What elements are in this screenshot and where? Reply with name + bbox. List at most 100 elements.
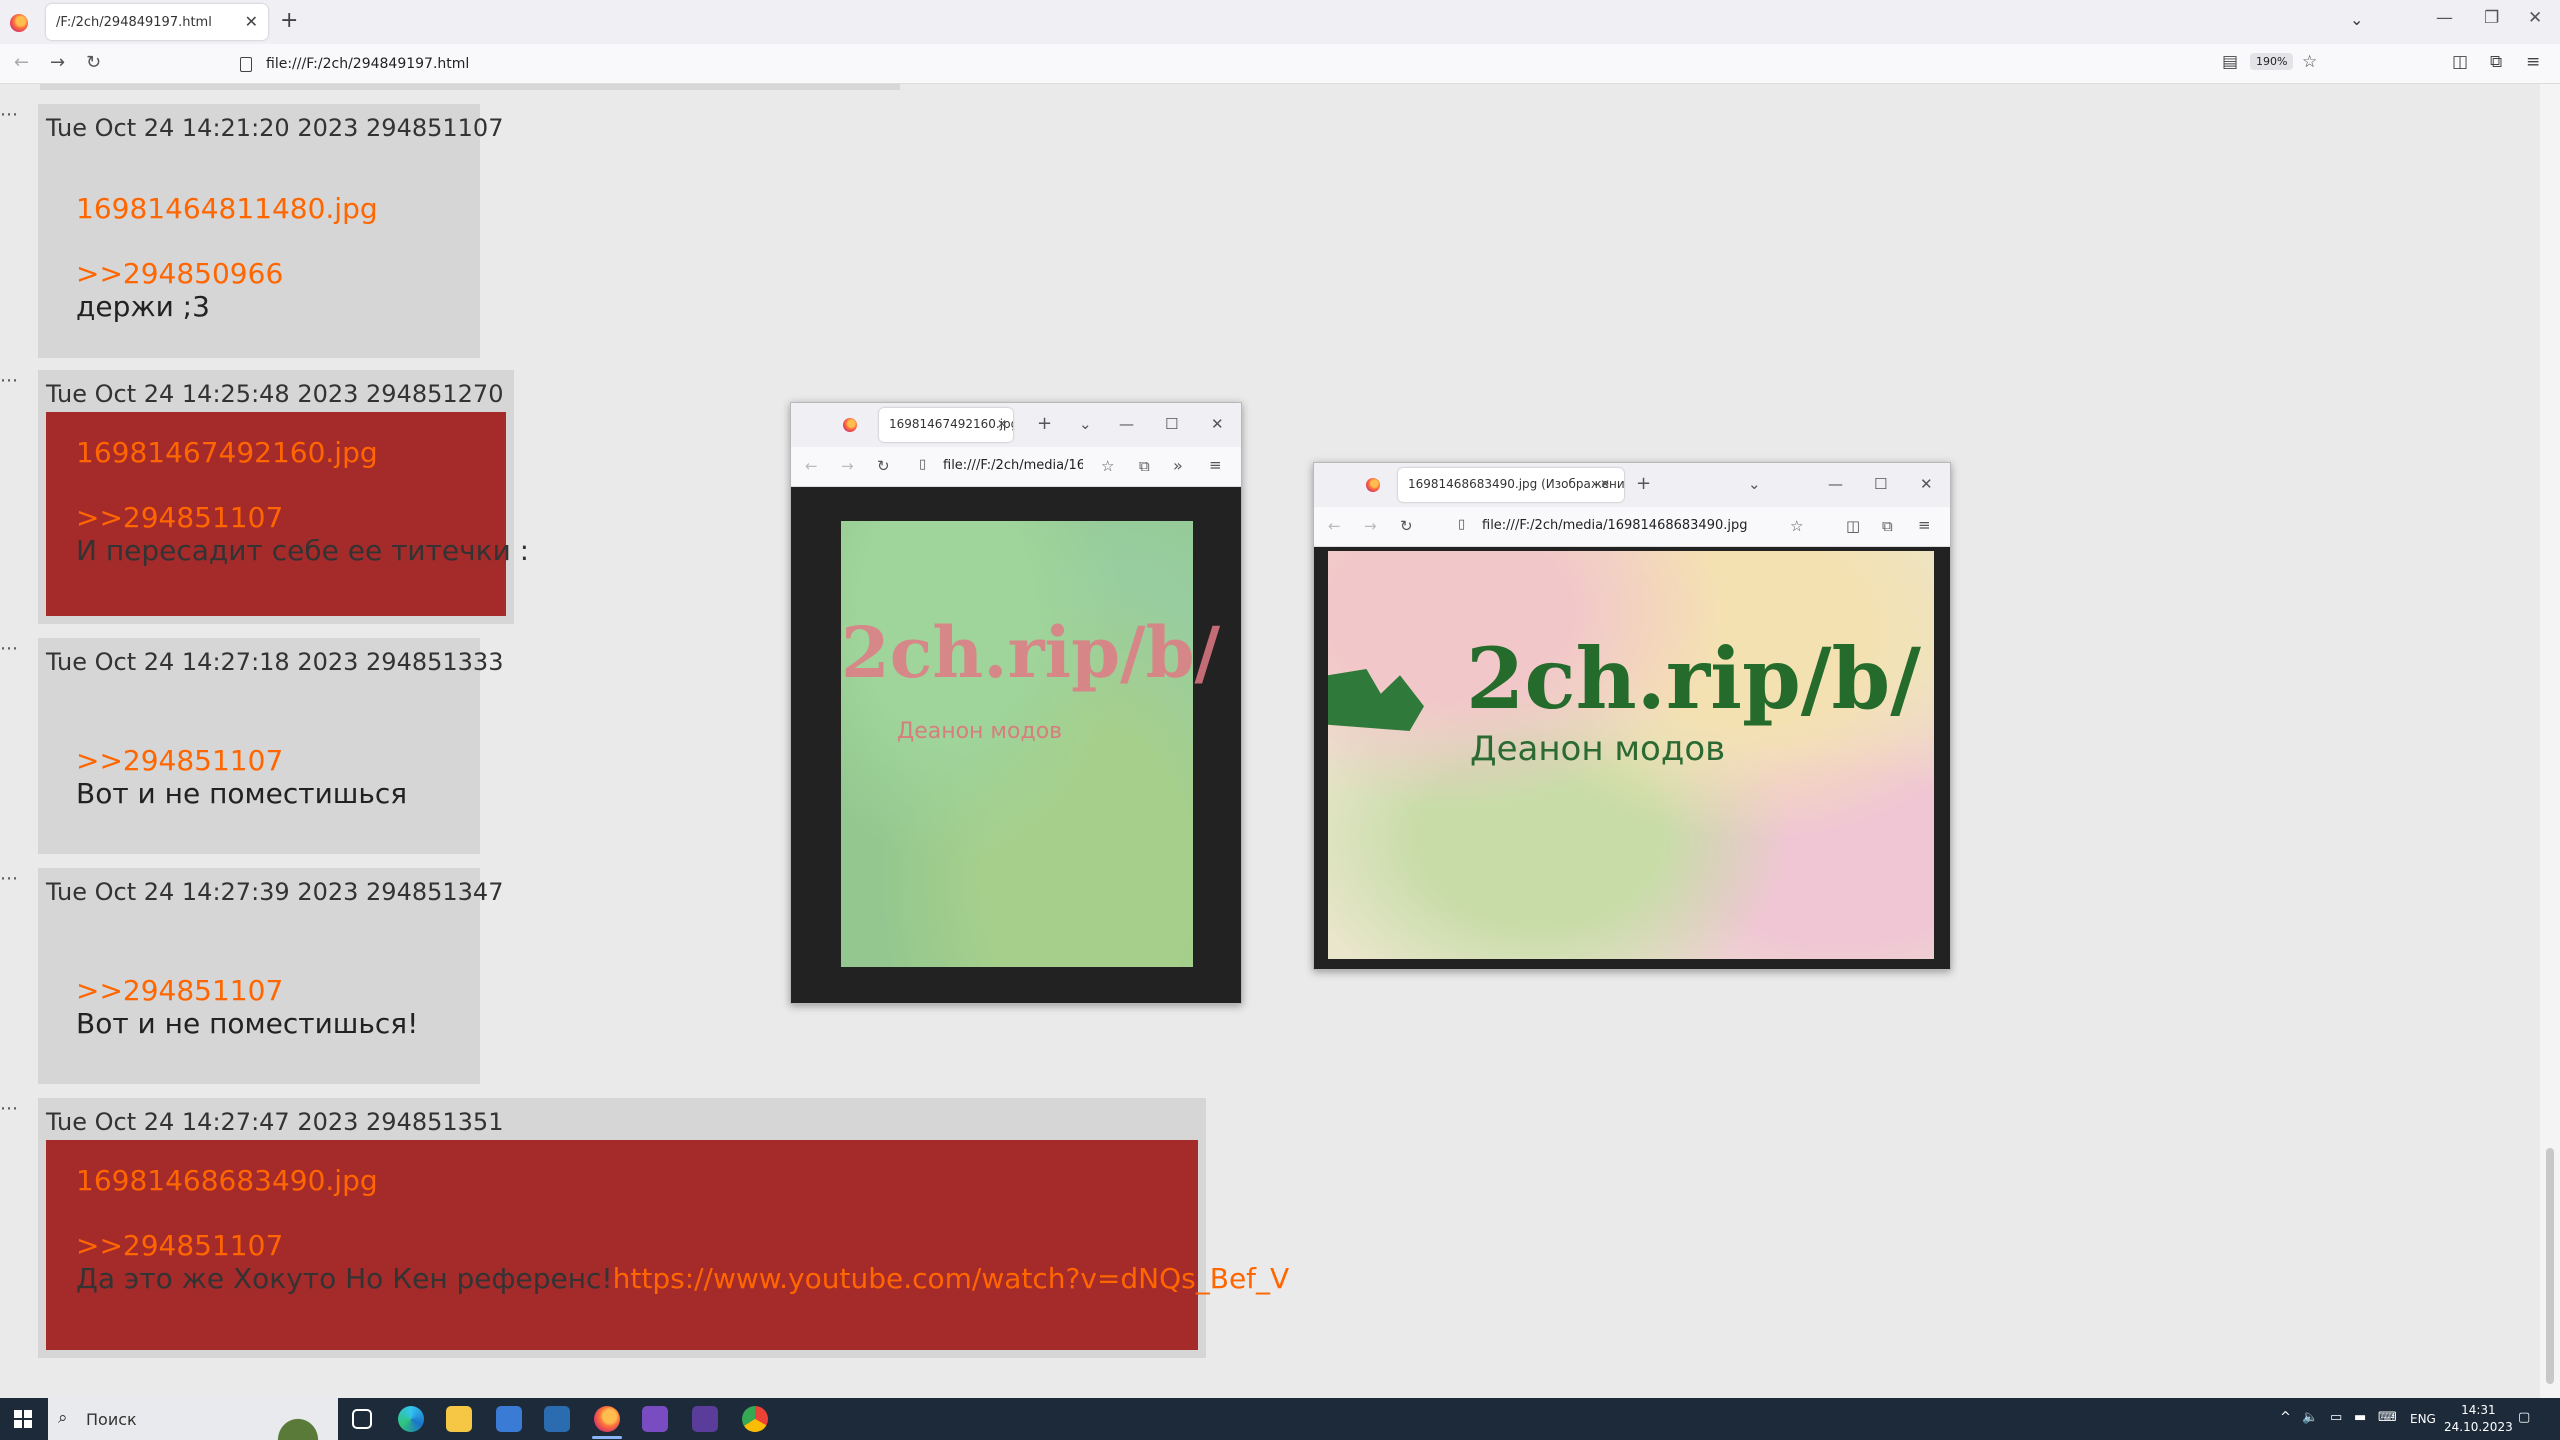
new-tab-button[interactable]: +	[1037, 413, 1052, 434]
new-tab-button[interactable]: +	[1636, 473, 1651, 494]
post-menu-icon[interactable]: ⋯	[0, 1098, 19, 1119]
forward-icon[interactable]: →	[1364, 517, 1377, 535]
network-icon[interactable]: ▭	[2330, 1410, 2342, 1425]
page-icon	[240, 56, 252, 72]
popup-tab-strip: 16981468683490.jpg (Изображение ✕ + ⌄ — …	[1314, 463, 1950, 507]
close-window-icon[interactable]: ✕	[1211, 415, 1224, 433]
url-bar[interactable]: file:///F:/2ch/294849197.html	[232, 49, 2312, 79]
chrome-icon[interactable]	[742, 1406, 768, 1432]
list-tabs-icon[interactable]: ⌄	[2350, 10, 2363, 29]
extensions-icon[interactable]: ⧉	[1882, 517, 1893, 535]
pocket-icon[interactable]: ◫	[2452, 52, 2468, 72]
post-menu-icon[interactable]: ⋯	[0, 370, 19, 391]
post: ⋯ Tue Oct 24 14:27:18 2023 294851333 >>2…	[0, 638, 503, 854]
store-icon[interactable]	[496, 1406, 522, 1432]
search-placeholder: Поиск	[86, 1409, 137, 1429]
post-body: 16981468683490.jpg >>294851107 Да это же…	[76, 1164, 1289, 1295]
previous-post-edge	[40, 84, 900, 90]
extensions-icon[interactable]: ⧉	[2490, 52, 2502, 72]
popup-tab-title: 16981468683490.jpg (Изображение	[1408, 477, 1624, 491]
attachment-link[interactable]: 16981468683490.jpg	[76, 1164, 1289, 1197]
visual-studio-icon[interactable]	[642, 1406, 668, 1432]
search-icon: ⌕	[58, 1408, 68, 1428]
minimize-icon[interactable]: —	[1828, 475, 1843, 493]
post-menu-icon[interactable]: ⋯	[0, 638, 19, 659]
back-icon[interactable]: ←	[1328, 517, 1341, 535]
bookmark-star-icon[interactable]: ☆	[1790, 517, 1803, 535]
keyboard-icon[interactable]: ⌨	[2378, 1410, 2397, 1425]
zoom-button[interactable]: 190%	[2250, 53, 2294, 70]
popup-tab[interactable]: 16981468683490.jpg (Изображение	[1398, 468, 1624, 502]
back-icon[interactable]: ←	[805, 457, 818, 475]
reply-link[interactable]: >>294851107	[76, 974, 418, 1007]
popup-url[interactable]: file:///F:/2ch/media/16981468683490.jpg	[1482, 518, 1782, 533]
menu-icon[interactable]: ≡	[1918, 516, 1931, 534]
extensions-icon[interactable]: ⧉	[1139, 457, 1150, 475]
close-tab-icon[interactable]: ✕	[997, 417, 1007, 431]
reply-link[interactable]: >>294851107	[76, 501, 529, 534]
close-tab-icon[interactable]: ✕	[245, 12, 258, 31]
back-icon[interactable]: ←	[14, 52, 29, 73]
post-menu-icon[interactable]: ⋯	[0, 868, 19, 889]
reader-view-icon[interactable]: ▤	[2222, 52, 2238, 72]
volume-icon[interactable]: 🔈	[2302, 1410, 2318, 1425]
reply-link[interactable]: >>294850966	[76, 257, 378, 290]
youtube-link[interactable]: https://www.youtube.com/watch?v=dNQs_Bef…	[613, 1262, 1290, 1295]
menu-icon[interactable]: ≡	[1209, 456, 1222, 474]
windows-start-icon[interactable]	[14, 1410, 32, 1428]
bookmark-star-icon[interactable]: ☆	[2302, 52, 2317, 72]
tab-strip: /F:/2ch/294849197.html ✕ + ⌄ — ❐ ✕	[0, 0, 2560, 44]
close-tab-icon[interactable]: ✕	[1600, 477, 1610, 491]
reload-icon[interactable]: ↻	[86, 52, 101, 73]
mail-icon[interactable]	[544, 1406, 570, 1432]
notifications-icon[interactable]: ▢	[2518, 1410, 2530, 1425]
image-preview: 2ch.rip/b/ Деанон модов	[841, 521, 1220, 967]
edge-icon[interactable]	[398, 1406, 424, 1432]
restore-icon[interactable]: ❐	[2484, 8, 2499, 28]
new-tab-button[interactable]: +	[280, 8, 298, 33]
reply-link[interactable]: >>294851107	[76, 1229, 1289, 1262]
active-app-indicator	[592, 1436, 622, 1439]
pocket-icon[interactable]: ◫	[1846, 517, 1860, 535]
nav-bar: ← → ↻ file:///F:/2ch/294849197.html ▤ 19…	[0, 44, 2560, 84]
battery-icon[interactable]: ▬	[2354, 1410, 2366, 1425]
post-menu-icon[interactable]: ⋯	[0, 104, 19, 125]
minimize-icon[interactable]: —	[1119, 415, 1134, 433]
clock-time: 14:31	[2461, 1403, 2496, 1417]
attachment-link[interactable]: 16981467492160.jpg	[76, 436, 529, 469]
menu-icon[interactable]: ≡	[2526, 52, 2540, 72]
popup-tab[interactable]: 16981467492160.jpg	[879, 408, 1013, 442]
scrollbar-thumb[interactable]	[2546, 1148, 2554, 1384]
reply-link[interactable]: >>294851107	[76, 744, 407, 777]
list-tabs-icon[interactable]: ⌄	[1079, 415, 1092, 433]
reload-icon[interactable]: ↻	[1400, 517, 1413, 535]
task-view-icon[interactable]	[352, 1409, 372, 1429]
popup-nav-bar: ← → ↻ ▯ file:///F:/2ch/media/16981468683…	[1314, 507, 1950, 547]
list-tabs-icon[interactable]: ⌄	[1748, 475, 1761, 493]
firefox-taskbar-icon[interactable]	[594, 1406, 620, 1432]
post: ⋯ Tue Oct 24 14:27:39 2023 294851347 >>2…	[0, 868, 503, 1084]
search-highlight-image	[258, 1398, 338, 1440]
popup-url[interactable]: file:///F:/2ch/media/1698	[943, 458, 1083, 473]
terminal-icon[interactable]	[692, 1406, 718, 1432]
maximize-icon[interactable]: ☐	[1165, 415, 1178, 433]
tray-overflow-icon[interactable]: ^	[2280, 1410, 2291, 1425]
image-preview: 2ch.rip/b/ Деанон модов	[1328, 551, 1934, 959]
post: ⋯ Tue Oct 24 14:25:48 2023 294851270 169…	[0, 370, 529, 624]
close-window-icon[interactable]: ✕	[1920, 475, 1933, 493]
bookmark-star-icon[interactable]: ☆	[1101, 457, 1114, 475]
attachment-link[interactable]: 16981464811480.jpg	[76, 192, 378, 225]
close-window-icon[interactable]: ✕	[2528, 8, 2542, 28]
forward-icon[interactable]: →	[50, 52, 65, 73]
overflow-icon[interactable]: »	[1173, 456, 1183, 475]
language-indicator[interactable]: ENG	[2410, 1412, 2436, 1426]
reload-icon[interactable]: ↻	[877, 457, 890, 475]
forward-icon[interactable]: →	[841, 457, 854, 475]
maximize-icon[interactable]: ☐	[1874, 475, 1887, 493]
minimize-icon[interactable]: —	[2436, 8, 2453, 28]
post-body: >>294851107 Вот и не поместишься	[76, 744, 407, 810]
file-explorer-icon[interactable]	[446, 1406, 472, 1432]
tab-active[interactable]: /F:/2ch/294849197.html ✕	[46, 4, 268, 40]
post: ⋯ Tue Oct 24 14:27:47 2023 294851351 169…	[0, 1098, 1289, 1358]
clock[interactable]: 14:31 24.10.2023	[2444, 1402, 2513, 1436]
